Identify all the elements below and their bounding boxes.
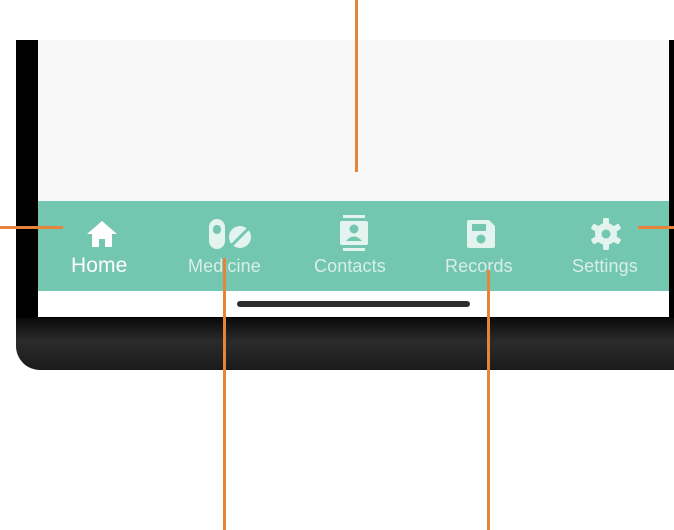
nav-item-records[interactable]: Records [417, 201, 543, 291]
home-indicator-area [38, 291, 669, 317]
nav-item-settings[interactable]: Settings [543, 201, 669, 291]
callout-line-content [355, 0, 358, 172]
canvas: Home Medicine [0, 0, 674, 530]
pills-icon [205, 217, 255, 251]
nav-label-records: Records [445, 256, 513, 276]
nav-item-medicine[interactable]: Medicine [165, 201, 291, 291]
nav-label-home: Home [71, 254, 128, 277]
nav-item-home[interactable]: Home [38, 201, 165, 291]
callout-line-home [0, 226, 63, 229]
phone-screen: Home Medicine [38, 40, 669, 317]
gear-icon [589, 217, 623, 251]
content-area [38, 40, 669, 201]
callout-line-records [487, 270, 490, 530]
save-icon [464, 217, 498, 251]
nav-label-settings: Settings [572, 256, 638, 276]
device-bezel [16, 318, 674, 370]
home-icon [85, 217, 119, 251]
home-indicator[interactable] [237, 301, 470, 307]
nav-item-contacts[interactable]: Contacts [291, 201, 417, 291]
bottom-navigation-bar: Home Medicine [38, 201, 669, 291]
nav-label-contacts: Contacts [314, 256, 386, 276]
callout-line-medicine [223, 258, 226, 530]
callout-line-settings [638, 226, 674, 229]
contacts-icon [337, 215, 371, 251]
